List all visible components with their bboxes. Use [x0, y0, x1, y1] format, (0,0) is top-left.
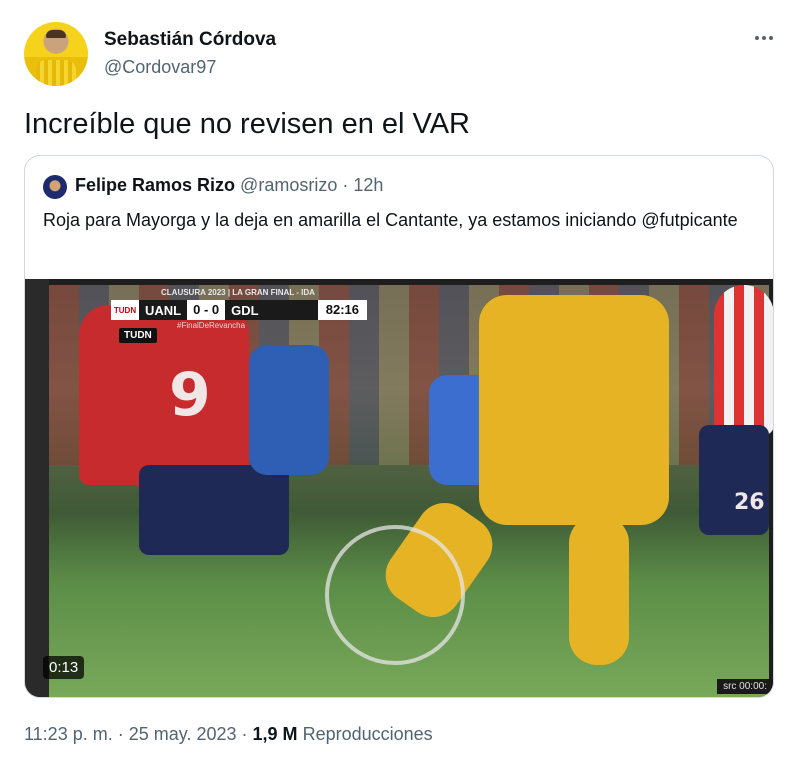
video-frame: 9 26 CLAUSURA 2023 | LA GRAN FINAL - IDA…: [49, 285, 773, 697]
quoted-separator: ·: [342, 175, 349, 195]
scoreboard-title: CLAUSURA 2023 | LA GRAN FINAL - IDA: [161, 288, 315, 297]
scoreboard-home: UANL: [145, 302, 182, 318]
player-yellow-leg-2: [569, 515, 629, 665]
player-red-right-shorts: [699, 425, 769, 535]
jersey-number-left: 9: [169, 360, 211, 430]
scoreboard-away: GDL: [231, 302, 259, 318]
tweet-footer: 11:23 p. m. · 25 may. 2023 · 1,9 M Repro…: [24, 724, 433, 745]
quoted-text: Roja para Mayorga y la deja en amarilla …: [43, 210, 738, 230]
footer-dot-1: ·: [117, 724, 124, 744]
quoted-author-handle[interactable]: @ramosrizo: [240, 175, 337, 195]
scoreboard: CLAUSURA 2023 | LA GRAN FINAL - IDA TUDN…: [111, 288, 367, 330]
quoted-author-name[interactable]: Felipe Ramos Rizo: [75, 175, 235, 195]
tweet-date[interactable]: 25 may. 2023: [129, 724, 237, 744]
jersey-number-right: 26: [734, 490, 765, 515]
author-name[interactable]: Sebastián Córdova: [104, 29, 276, 51]
quoted-author-avatar[interactable]: [43, 175, 67, 199]
author-handle[interactable]: @Cordovar97: [104, 57, 216, 78]
scoreboard-bar: TUDN UANL 0 - 0 GDL 82:16: [111, 300, 367, 320]
video-player[interactable]: 9 26 CLAUSURA 2023 | LA GRAN FINAL - IDA…: [25, 279, 773, 697]
tweet-text: Increíble que no revisen en el VAR: [24, 108, 471, 140]
quoted-tweet[interactable]: Felipe Ramos Rizo @ramosrizo · 12h Roja …: [24, 155, 774, 698]
more-horizontal-icon[interactable]: [752, 26, 776, 50]
scoreboard-logo: TUDN: [111, 300, 139, 320]
author-avatar[interactable]: [24, 22, 88, 86]
player-red-right: [714, 285, 773, 435]
player-red-left: [79, 305, 249, 485]
footer-dot-2: ·: [241, 724, 248, 744]
player-yellow: [479, 295, 669, 525]
scoreboard-score: 0 - 0: [187, 300, 226, 320]
video-left-edge: [25, 279, 49, 697]
scoreboard-clock: 82:16: [317, 300, 367, 320]
referee: [249, 345, 329, 475]
views-count[interactable]: 1,9 M: [253, 724, 298, 744]
highlight-circle: [325, 525, 465, 665]
tweet-time[interactable]: 11:23 p. m.: [24, 724, 113, 744]
player-red-left-shorts: [139, 465, 289, 555]
scoreboard-hashtag: #FinalDeRevancha: [177, 321, 246, 330]
quoted-header: Felipe Ramos Rizo @ramosrizo · 12h: [75, 175, 383, 196]
avatar-shirt: [36, 60, 76, 86]
video-duration: 0:13: [43, 656, 85, 679]
video-src-label: src 00:00:: [717, 679, 773, 694]
quoted-time[interactable]: 12h: [353, 175, 383, 195]
avatar-hair: [46, 30, 66, 38]
views-label[interactable]: Reproducciones: [303, 724, 433, 744]
channel-badge: TUDN: [119, 328, 157, 343]
